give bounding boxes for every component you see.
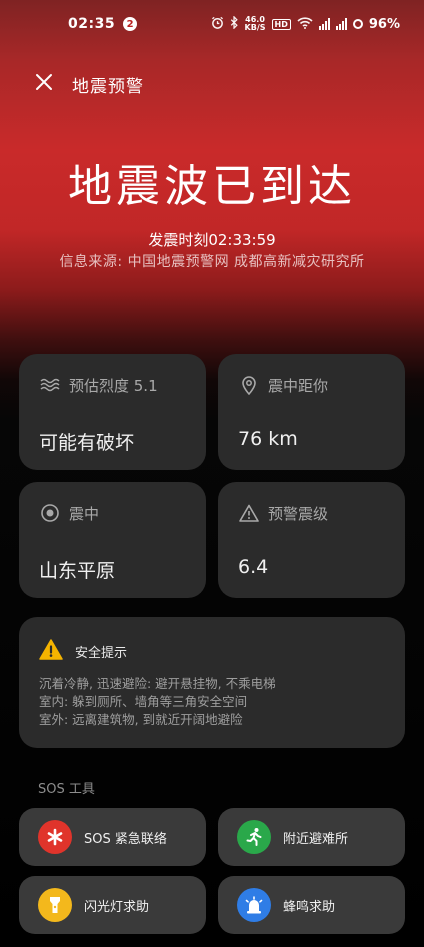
distance-label: 震中距你 [268,376,329,395]
safety-tip-line: 沉着冷静, 迅速避险: 避开悬挂物, 不乘电梯 [39,676,276,691]
flashlight-help-label: 闪光灯求助 [84,899,150,915]
intensity-value: 可能有破坏 [39,432,135,454]
bluetooth-icon [230,15,239,32]
sos-contact-button[interactable]: SOS 紧急联络 [19,808,206,866]
distance-value: 76 km [238,428,298,450]
magnitude-label: 预警震级 [268,504,329,523]
magnitude-value: 6.4 [238,556,269,578]
epicenter-label: 震中 [69,504,100,523]
distance-card: 震中距你 76 km [218,354,405,470]
signal-icon [318,18,330,30]
network-speed: 46.0 KB/S [245,16,266,32]
app-header: 地震预警 [0,58,424,106]
status-time: 02:35 [68,16,116,32]
safety-tips-card: 安全提示 沉着冷静, 迅速避险: 避开悬挂物, 不乘电梯 室内: 躲到厕所、墙角… [19,617,405,748]
wifi-icon [297,16,313,32]
close-icon [36,74,52,90]
magnitude-label-row: 预警震级 [238,502,328,524]
epicenter-value: 山东平原 [39,560,116,582]
target-icon [39,502,61,524]
distance-label-row: 震中距你 [238,374,328,396]
buzzer-help-label: 蜂鸣求助 [283,899,336,915]
warning-triangle-icon [238,502,260,524]
status-right: 46.0 KB/S HD 96% [211,15,400,32]
intensity-label-row: 预估烈度 5.1 [39,374,158,396]
intensity-card: 预估烈度 5.1 可能有破坏 [19,354,206,470]
safety-tips-list: 沉着冷静, 迅速避险: 避开悬挂物, 不乘电梯 室内: 躲到厕所、墙角等三角安全… [39,675,276,729]
hd-badge: HD [271,18,291,30]
safety-tip-line: 室内: 躲到厕所、墙角等三角安全空间 [39,694,248,709]
epicenter-card: 震中 山东平原 [19,482,206,598]
status-left: 02:35 2 [68,16,138,32]
sos-section-title: SOS 工具 [38,782,95,797]
magnitude-card: 预警震级 6.4 [218,482,405,598]
safety-tips-header: 安全提示 [39,639,127,664]
network-speed-unit: KB/S [244,23,266,32]
battery-percent: 96% [368,16,400,32]
close-button[interactable] [30,70,58,94]
signal-icon-2 [335,18,347,30]
location-pin-icon [238,374,260,396]
waves-icon [39,374,61,396]
asterisk-icon [38,820,72,854]
intensity-label: 预估烈度 5.1 [69,376,158,395]
safety-tip-line: 室外: 远离建筑物, 到就近开阔地避险 [39,712,243,727]
nearby-shelter-label: 附近避难所 [283,831,349,847]
flashlight-icon [38,888,72,922]
alert-headline: 地震波已到达 [68,161,356,212]
notification-badge: 2 [123,17,138,31]
safety-tips-title: 安全提示 [75,646,128,661]
buzzer-help-button[interactable]: 蜂鸣求助 [218,876,405,934]
running-person-icon [237,820,271,854]
epicenter-label-row: 震中 [39,502,99,524]
flashlight-help-button[interactable]: 闪光灯求助 [19,876,206,934]
battery-icon [352,19,363,29]
sos-contact-label: SOS 紧急联络 [84,831,167,847]
nearby-shelter-button[interactable]: 附近避难所 [218,808,405,866]
page-title: 地震预警 [72,77,144,97]
alarm-icon [211,16,224,32]
info-source: 信息来源: 中国地震预警网 成都高新减灾研究所 [59,254,365,270]
siren-icon [237,888,271,922]
quake-time: 发震时刻02:33:59 [148,231,276,249]
status-bar: 02:35 2 46.0 KB/S HD 96% [0,0,424,48]
warning-icon [39,639,63,664]
